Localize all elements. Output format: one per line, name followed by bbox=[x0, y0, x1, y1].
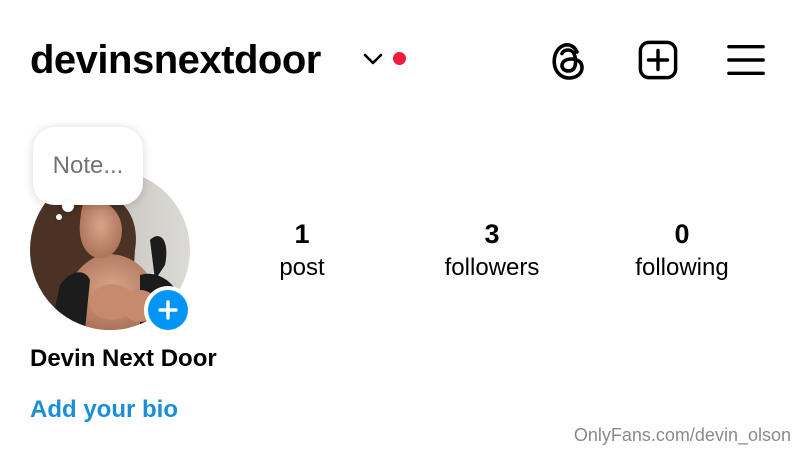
posts-count: 1 bbox=[294, 219, 310, 249]
followers-count: 3 bbox=[484, 219, 500, 249]
chevron-down-icon[interactable] bbox=[362, 48, 384, 70]
add-bio-link[interactable]: Add your bio bbox=[30, 395, 178, 425]
note-bubble-tail-small bbox=[56, 214, 62, 220]
posts-stat[interactable]: 1 post bbox=[222, 218, 382, 284]
notification-dot bbox=[393, 52, 406, 65]
note-bubble[interactable]: Note... bbox=[33, 127, 143, 205]
profile-header: devinsnextdoor bbox=[0, 0, 800, 120]
posts-label: post bbox=[279, 254, 325, 281]
add-post-icon[interactable] bbox=[638, 38, 678, 82]
following-count: 0 bbox=[674, 219, 690, 249]
note-placeholder: Note... bbox=[52, 152, 124, 179]
add-story-button[interactable] bbox=[144, 286, 192, 334]
note-bubble-tail bbox=[62, 200, 74, 212]
following-stat[interactable]: 0 following bbox=[602, 218, 762, 284]
following-label: following bbox=[635, 254, 729, 281]
plus-icon bbox=[148, 290, 188, 330]
threads-icon[interactable] bbox=[548, 38, 588, 82]
display-name: Devin Next Door bbox=[30, 345, 217, 372]
menu-icon[interactable] bbox=[726, 38, 766, 82]
followers-label: followers bbox=[444, 254, 540, 281]
username-switcher[interactable]: devinsnextdoor bbox=[30, 34, 321, 86]
watermark: OnlyFans.com/devin_olson bbox=[573, 425, 791, 445]
followers-stat[interactable]: 3 followers bbox=[412, 218, 572, 284]
